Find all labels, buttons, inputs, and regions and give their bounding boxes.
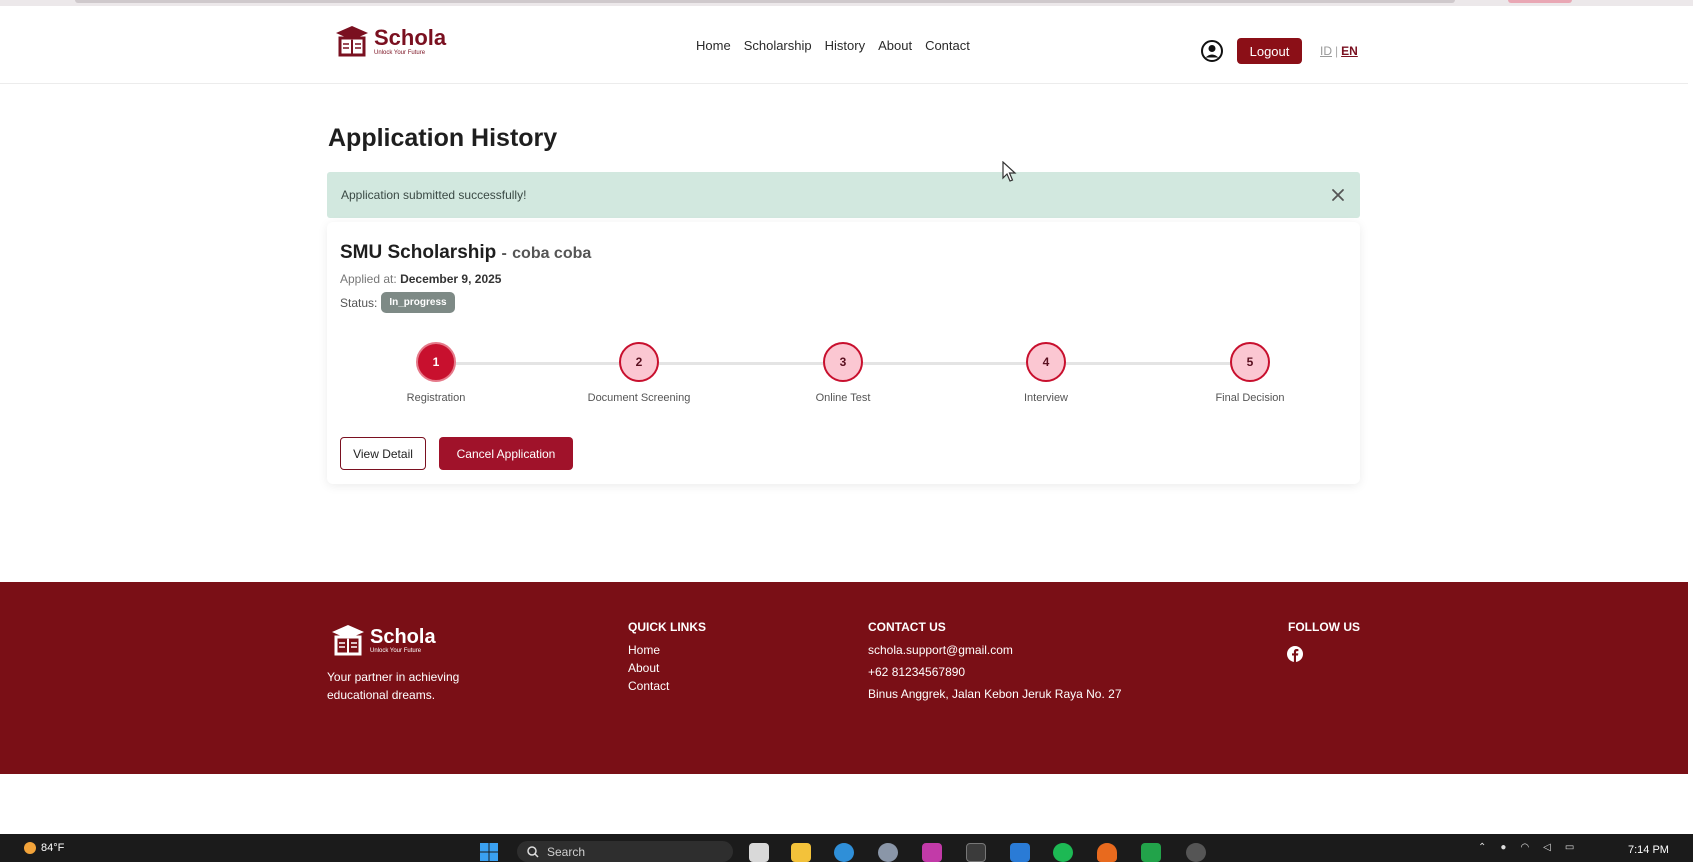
terminal-icon[interactable] [966,843,986,862]
user-profile-icon[interactable] [1201,40,1223,62]
address-bar-edge [75,0,1455,3]
step-final-decision: 5 Final Decision [1190,342,1310,404]
site-footer: Schola Unlock Your Future Your partner i… [0,582,1688,774]
application-card: SMU Scholarship - coba coba Applied at: … [327,222,1360,484]
follow-column: FOLLOW US [1288,620,1360,643]
chat-app-icon[interactable] [1186,843,1206,862]
battery-icon[interactable]: ▭ [1565,842,1574,853]
step-label: Registration [406,392,466,404]
title-dash: - [501,245,507,262]
brand-tagline: Unlock Your Future [374,49,426,56]
step-circle: 5 [1230,342,1270,382]
status-label: Status: [340,295,378,310]
step-document-screening: 2 Document Screening [579,342,699,404]
step-circle: 4 [1026,342,1066,382]
facebook-icon[interactable] [1287,646,1303,662]
quick-links-heading: QUICK LINKS [628,620,706,634]
excel-icon[interactable] [1141,843,1161,862]
search-icon [527,845,539,858]
logout-button[interactable]: Logout [1237,38,1302,64]
step-circle: 1 [416,342,456,382]
view-detail-button[interactable]: View Detail [340,437,426,470]
cloud-app-icon[interactable] [1097,843,1117,862]
footer-link-contact[interactable]: Contact [628,679,706,693]
alert-message: Application submitted successfully! [341,188,527,202]
contact-email[interactable]: schola.support@gmail.com [868,643,1122,657]
contact-address: Binus Anggrek, Jalan Kebon Jeruk Raya No… [868,687,1122,701]
program-name: coba coba [512,245,592,262]
step-label: Interview [1023,392,1069,404]
nav-about[interactable]: About [878,38,912,53]
lang-id-link[interactable]: ID [1320,44,1332,58]
application-title: SMU Scholarship - coba coba [340,242,591,264]
cancel-application-button[interactable]: Cancel Application [439,437,573,470]
navbar: Schola Unlock Your Future Home Scholarsh… [0,6,1688,84]
footer-link-about[interactable]: About [628,661,706,675]
nav-contact[interactable]: Contact [925,38,970,53]
contact-phone: +62 81234567890 [868,665,966,679]
applied-label: Applied at: [340,272,397,286]
quick-links-column: QUICK LINKS Home About Contact [628,620,706,697]
grad-cap-logo-icon [336,26,368,57]
footer-brand-tagline: Unlock Your Future [370,647,422,654]
app-icon[interactable] [922,843,942,862]
taskbar-search-placeholder: Search [547,844,586,859]
page-title: Application History [328,124,558,152]
step-label: Document Screening [587,392,691,404]
file-explorer-icon[interactable] [791,843,811,862]
nav-home[interactable]: Home [696,38,731,53]
microphone-icon[interactable]: ● [1500,842,1506,853]
step-online-test: 3 Online Test [783,342,903,404]
task-view-icon[interactable] [749,843,769,862]
step-label: Final Decision [1215,392,1285,404]
spotify-icon[interactable] [1053,843,1073,862]
step-circle: 2 [619,342,659,382]
page-bottom-strip [0,774,1693,834]
close-icon[interactable] [1328,185,1348,205]
nav-history[interactable]: History [825,38,865,53]
nav-scholarship[interactable]: Scholarship [744,38,812,53]
os-taskbar: 84°F Search ⌃ ● ◠ ◁ ▭ 7:14 PM [0,834,1693,862]
settings-icon[interactable] [878,843,898,862]
step-registration: 1 Registration [376,342,496,404]
footer-logo[interactable]: Schola Unlock Your Future [330,622,436,658]
lang-en-link[interactable]: EN [1341,44,1358,58]
applied-at: Applied at: December 9, 2025 [340,272,501,286]
system-tray: ⌃ ● ◠ ◁ ▭ [1478,842,1574,853]
brand-logo[interactable]: Schola Unlock Your Future [334,24,446,58]
taskbar-search[interactable]: Search [517,841,733,862]
step-circle: 3 [823,342,863,382]
language-switcher: ID | EN [1320,44,1358,58]
grad-cap-logo-icon [332,625,364,656]
weather-temp: 84°F [41,842,65,854]
contact-column: CONTACT US schola.support@gmail.com +62 … [868,620,1122,709]
mouse-cursor-icon [1002,161,1017,182]
edge-browser-icon[interactable] [834,843,854,862]
scholarship-name: SMU Scholarship [340,242,497,263]
brand-name: Schola [374,24,447,50]
step-label: Online Test [815,392,871,404]
status-row: Status: In_progress [340,292,455,313]
contact-heading: CONTACT US [868,620,946,634]
status-badge: In_progress [381,292,455,313]
weather-widget[interactable]: 84°F [24,842,64,854]
nav-links: Home Scholarship History About Contact [696,38,970,53]
weather-sun-icon [24,842,36,854]
vscode-icon[interactable] [1010,843,1030,862]
applied-date: December 9, 2025 [400,272,502,286]
wifi-icon[interactable]: ◠ [1520,842,1529,853]
progress-stepper: 1 Registration 2 Document Screening 3 On… [327,342,1360,404]
step-interview: 4 Interview [986,342,1106,404]
footer-tagline: Your partner in achieving educational dr… [327,670,460,702]
tray-chevron-up-icon[interactable]: ⌃ [1478,842,1486,853]
success-alert: Application submitted successfully! [327,172,1360,218]
footer-brand-name: Schola [370,625,436,648]
follow-heading: FOLLOW US [1288,620,1360,634]
footer-link-home[interactable]: Home [628,643,706,657]
lang-separator: | [1335,44,1339,58]
windows-start-icon[interactable] [478,842,500,862]
volume-icon[interactable]: ◁ [1543,842,1551,853]
browser-pill [1508,0,1572,3]
taskbar-clock[interactable]: 7:14 PM [1628,844,1669,856]
